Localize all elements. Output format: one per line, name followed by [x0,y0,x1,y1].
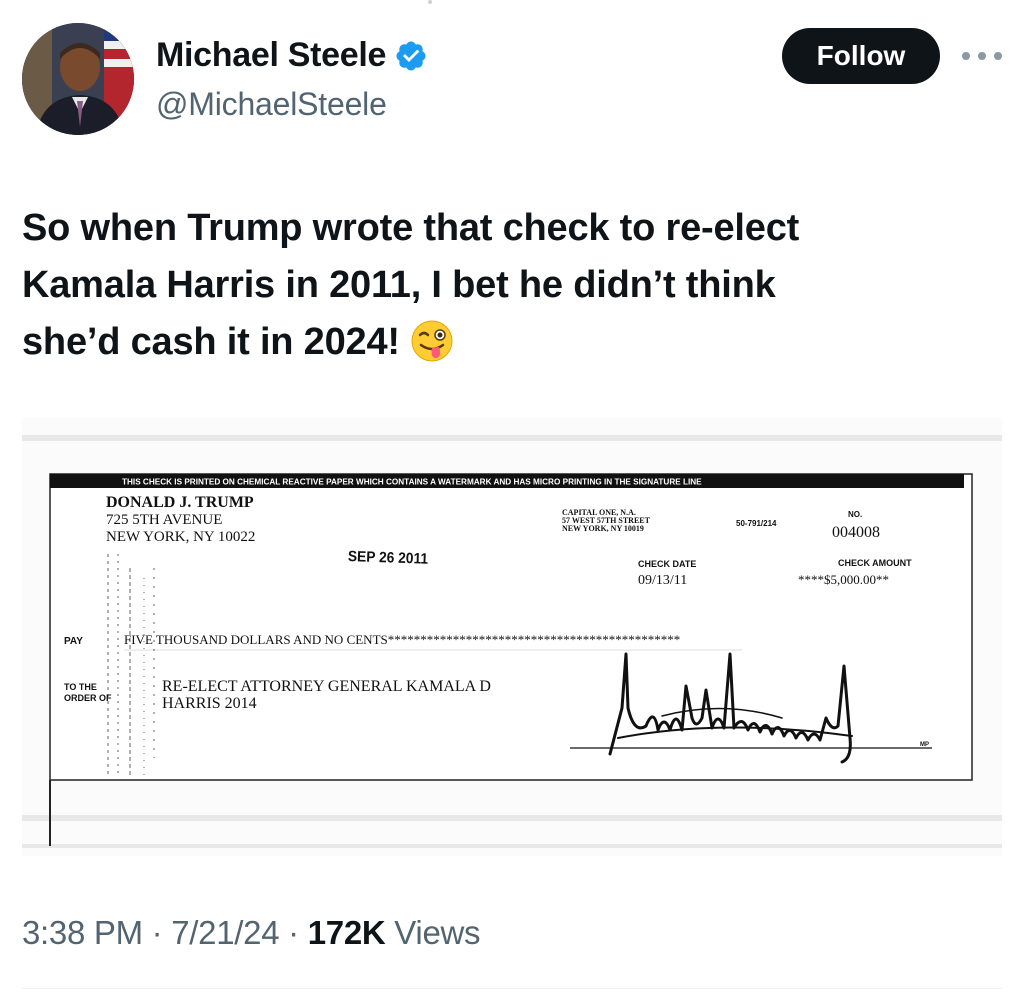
check-number: 004008 [832,524,880,541]
payee-line1: RE-ELECT ATTORNEY GENERAL KAMALA D [162,678,491,695]
separator: · [288,914,299,951]
tweet-line-last: she’d cash it in 2024! [22,314,982,371]
tweet-date[interactable]: 7/21/24 [171,914,279,951]
to-the-label: TO THE [64,682,97,692]
payer-address1: 725 5TH AVENUE [106,512,222,528]
tweet-time[interactable]: 3:38 PM [22,914,143,951]
tweet-metadata: 3:38 PM · 7/21/24 · 172K Views [22,914,481,952]
payee-line2: HARRIS 2014 [162,695,257,712]
dot [978,52,986,60]
separator: · [151,914,163,951]
bottom-divider [22,988,1002,989]
check-amount-label: CHECK AMOUNT [838,558,912,568]
routing-number: 50-791/214 [736,519,777,528]
winking-tongue-emoji-icon [411,320,453,362]
check-scan: THIS CHECK IS PRINTED ON CHEMICAL REACTI… [22,418,1002,856]
tweet-text: So when Trump wrote that check to re-ele… [22,200,982,371]
top-divider [0,0,1024,4]
check-amount: ****$5,000.00** [798,572,889,587]
dot [962,52,970,60]
avatar[interactable] [22,23,134,135]
tweet-line: Kamala Harris in 2011, I bet he didn’t t… [22,264,776,306]
order-of-label: ORDER OF [64,693,112,703]
date-stamp: SEP 26 2011 [348,549,429,568]
avatar-photo [22,23,134,135]
author-handle[interactable]: @MichaelSteele [156,86,387,123]
security-banner-text: THIS CHECK IS PRINTED ON CHEMICAL REACTI… [122,478,702,487]
views-count[interactable]: 172K [308,914,386,951]
mp-label: MP [920,742,929,748]
author-name-row[interactable]: Michael Steele [156,36,428,75]
more-options-icon[interactable] [962,44,1002,68]
amount-words: FIVE THOUSAND DOLLARS AND NO CENTS******… [124,632,680,647]
author-name[interactable]: Michael Steele [156,36,386,75]
views-label[interactable]: Views [394,914,480,951]
tweet-line-text: she’d cash it in 2024! [22,321,400,363]
check-image[interactable]: THIS CHECK IS PRINTED ON CHEMICAL REACTI… [22,418,1002,856]
check-date-label: CHECK DATE [638,559,696,569]
follow-button[interactable]: Follow [782,28,940,84]
verified-badge-icon [396,40,426,71]
pay-label: PAY [64,636,83,647]
check-no-label: NO. [848,510,862,519]
bank-address2: NEW YORK, NY 10019 [562,524,644,533]
payer-name: DONALD J. TRUMP [106,494,254,511]
payer-address2: NEW YORK, NY 10022 [106,529,255,545]
tweet-line: So when Trump wrote that check to re-ele… [22,207,800,249]
dot [994,52,1002,60]
check-date: 09/13/11 [638,573,687,588]
